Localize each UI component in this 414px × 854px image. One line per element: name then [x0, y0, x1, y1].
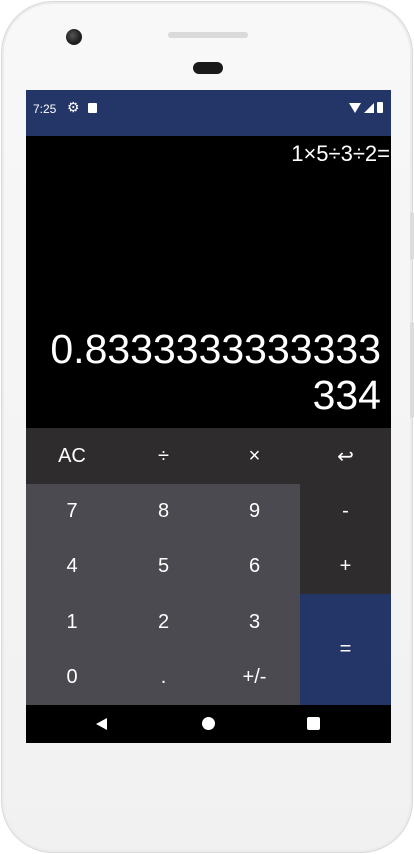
wifi-icon: [349, 102, 361, 113]
phone-frame: 7:25 ⚙ 1×5÷3÷2= 0.8333333333333334 AC ÷ …: [1, 1, 414, 853]
digit-9-button[interactable]: 9: [209, 484, 300, 539]
expression-text: 1×5÷3÷2=: [291, 141, 390, 166]
backspace-button[interactable]: ↩: [300, 428, 391, 484]
digit-4-button[interactable]: 4: [26, 539, 118, 594]
decimal-button[interactable]: .: [118, 650, 209, 705]
digit-3-button[interactable]: 3: [209, 594, 300, 650]
home-icon[interactable]: [202, 717, 215, 730]
digit-1-button[interactable]: 1: [26, 594, 118, 650]
navigation-bar: [26, 705, 391, 743]
screen: 7:25 ⚙ 1×5÷3÷2= 0.8333333333333334 AC ÷ …: [26, 90, 391, 743]
digit-2-button[interactable]: 2: [118, 594, 209, 650]
digit-6-button[interactable]: 6: [209, 539, 300, 594]
keypad: AC ÷ × ↩ 7 8 9 - 4 5 6 + 1 2 3 = 0 . +/-: [26, 428, 391, 705]
gear-icon: ⚙: [67, 99, 80, 115]
clear-button[interactable]: AC: [26, 428, 118, 484]
plus-button[interactable]: +: [300, 539, 391, 594]
toggle-sign-button[interactable]: +/-: [209, 650, 300, 705]
status-bar: 7:25 ⚙: [26, 90, 391, 136]
earpiece: [168, 32, 248, 38]
signal-icon: [364, 102, 374, 113]
digit-7-button[interactable]: 7: [26, 484, 118, 539]
digit-0-button[interactable]: 0: [26, 650, 118, 705]
equals-button[interactable]: =: [300, 594, 391, 705]
multiply-button[interactable]: ×: [209, 428, 300, 484]
recents-icon[interactable]: [307, 717, 320, 730]
calculator-display: 1×5÷3÷2= 0.8333333333333334: [26, 136, 391, 428]
status-time: 7:25: [33, 102, 57, 116]
result-text: 0.8333333333333334: [50, 326, 381, 418]
minus-button[interactable]: -: [300, 484, 391, 539]
status-icons: [349, 102, 383, 113]
proximity-sensor: [193, 62, 223, 74]
front-camera: [66, 29, 82, 45]
divide-button[interactable]: ÷: [118, 428, 209, 484]
digit-5-button[interactable]: 5: [118, 539, 209, 594]
power-button: [410, 212, 414, 260]
sim-card-icon: [88, 103, 97, 113]
back-icon[interactable]: [96, 718, 107, 730]
volume-button: [410, 322, 414, 418]
digit-8-button[interactable]: 8: [118, 484, 209, 539]
battery-icon: [377, 102, 383, 113]
